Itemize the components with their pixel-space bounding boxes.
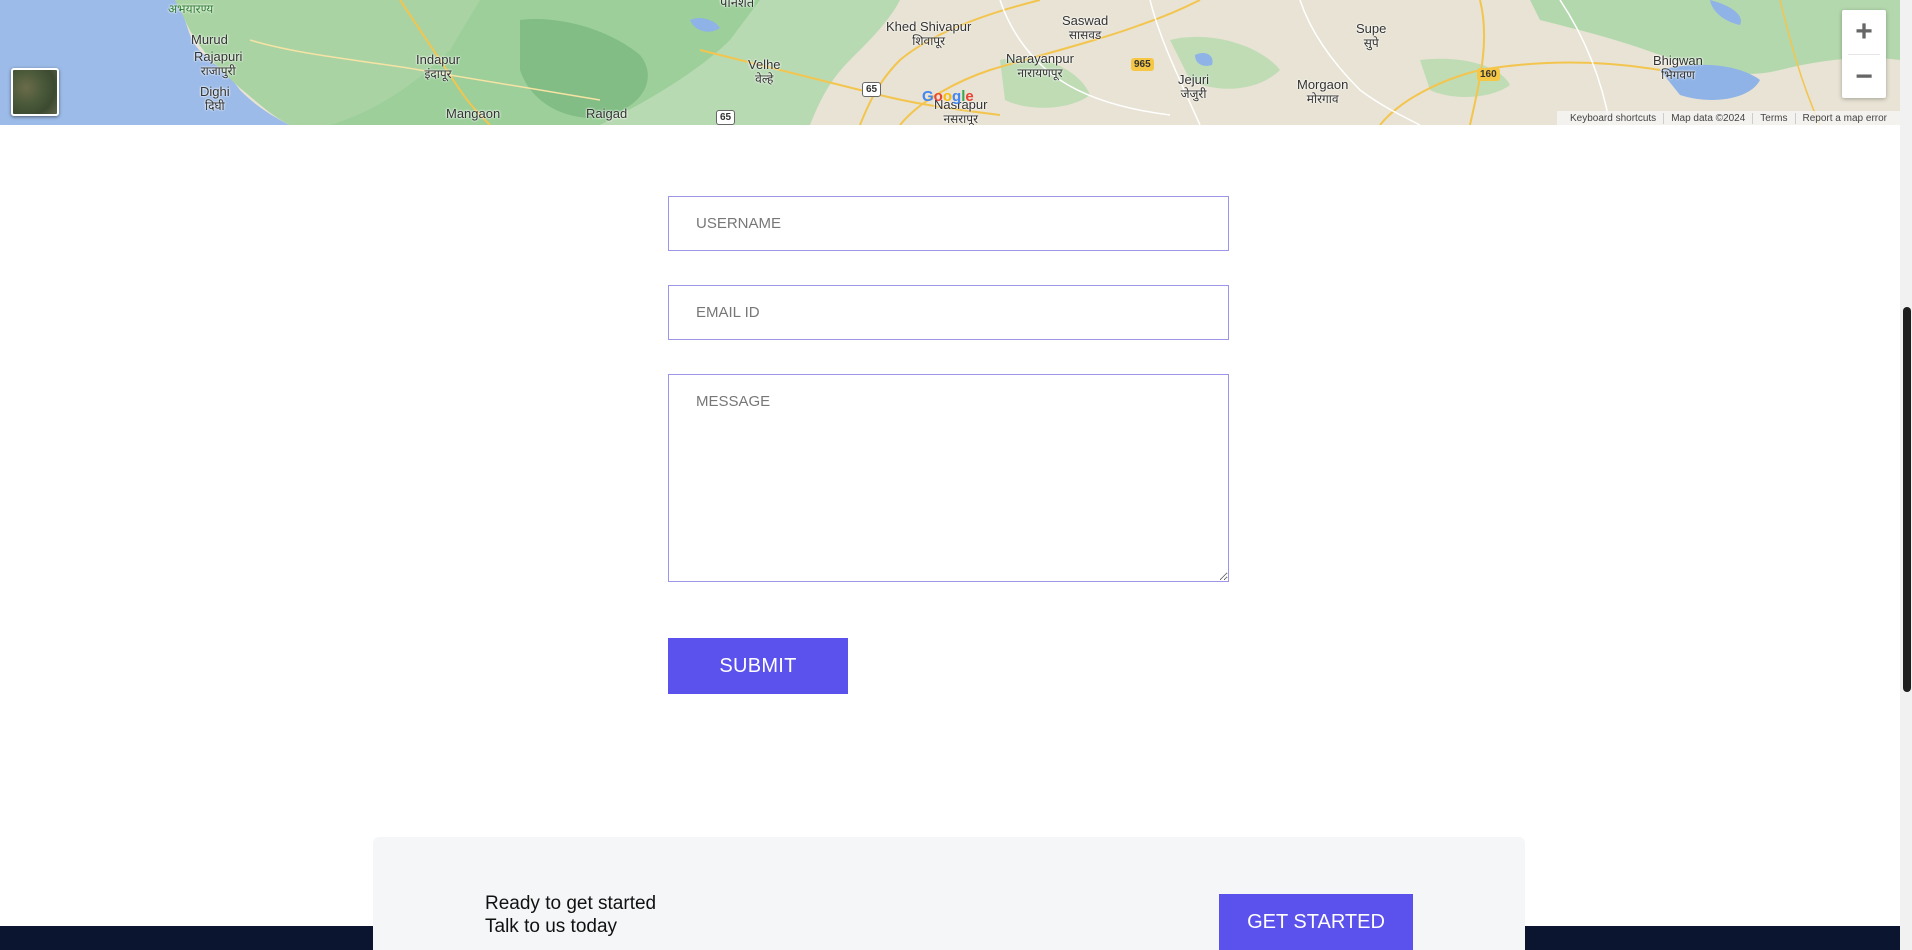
submit-button[interactable]: SUBMIT (668, 638, 848, 694)
map-place-label: Khed Shivapur शिवापूर (886, 19, 972, 49)
map-place-label: अभयारण्य (168, 2, 214, 16)
google-logo: Google (922, 88, 974, 105)
report-map-error-link[interactable]: Report a map error (1794, 112, 1894, 124)
keyboard-shortcuts-link[interactable]: Keyboard shortcuts (1563, 113, 1663, 124)
email-input[interactable] (668, 285, 1229, 340)
cta-line-1: Ready to get started (485, 893, 657, 914)
map-place-label: Murud (191, 32, 228, 47)
highway-shield: 65 (716, 110, 736, 125)
map-attribution-bar: Keyboard shortcuts Map data ©2024 Terms … (1557, 111, 1900, 125)
highway-shield: 965 (1131, 58, 1154, 71)
map-place-label: Supe सुपे (1356, 21, 1387, 51)
get-started-button[interactable]: GET STARTED (1219, 894, 1413, 950)
cta-card: Ready to get started Talk to us today GE… (373, 837, 1525, 950)
map-place-label: Saswad सासवड (1062, 13, 1109, 43)
map-place-label: पानशेत (720, 0, 755, 10)
zoom-out-button[interactable]: − (1842, 55, 1886, 99)
map-place-label: Raigad (586, 106, 628, 121)
highway-shield: 160 (1477, 68, 1500, 81)
map-place-label: Jejuri जेजुरी (1178, 72, 1210, 102)
map-place-label: Bhigwan भिगवण (1653, 53, 1703, 83)
message-textarea[interactable] (668, 374, 1229, 582)
embedded-map[interactable]: अभयारण्य Murud Rajapuri राजापुरी Dighi दिघ… (0, 0, 1900, 125)
username-input[interactable] (668, 196, 1229, 251)
zoom-in-button[interactable]: + (1842, 10, 1886, 54)
map-place-label: Mangaon (446, 106, 501, 121)
terms-link[interactable]: Terms (1752, 112, 1794, 124)
highway-shield: 65 (862, 82, 882, 97)
page-scrollbar-thumb[interactable] (1903, 307, 1911, 692)
map-place-label: Narayanpur नारायणपूर (1006, 51, 1074, 81)
zoom-controls: + − (1842, 10, 1886, 98)
cta-line-2: Talk to us today (485, 916, 618, 937)
map-data-attribution: Map data ©2024 (1663, 112, 1752, 124)
map-place-label: Velhe वेल्हे (748, 57, 781, 87)
map-place-label: Indapur इंदापूर (416, 52, 461, 82)
map-place-label: Rajapuri राजापुरी (194, 49, 243, 79)
map-place-label: Dighi दिघी (200, 84, 230, 114)
map-place-label: Morgaon मोरगाव (1297, 77, 1349, 107)
satellite-view-toggle[interactable] (11, 68, 59, 116)
cta-text: Ready to get started Talk to us today (485, 892, 656, 938)
